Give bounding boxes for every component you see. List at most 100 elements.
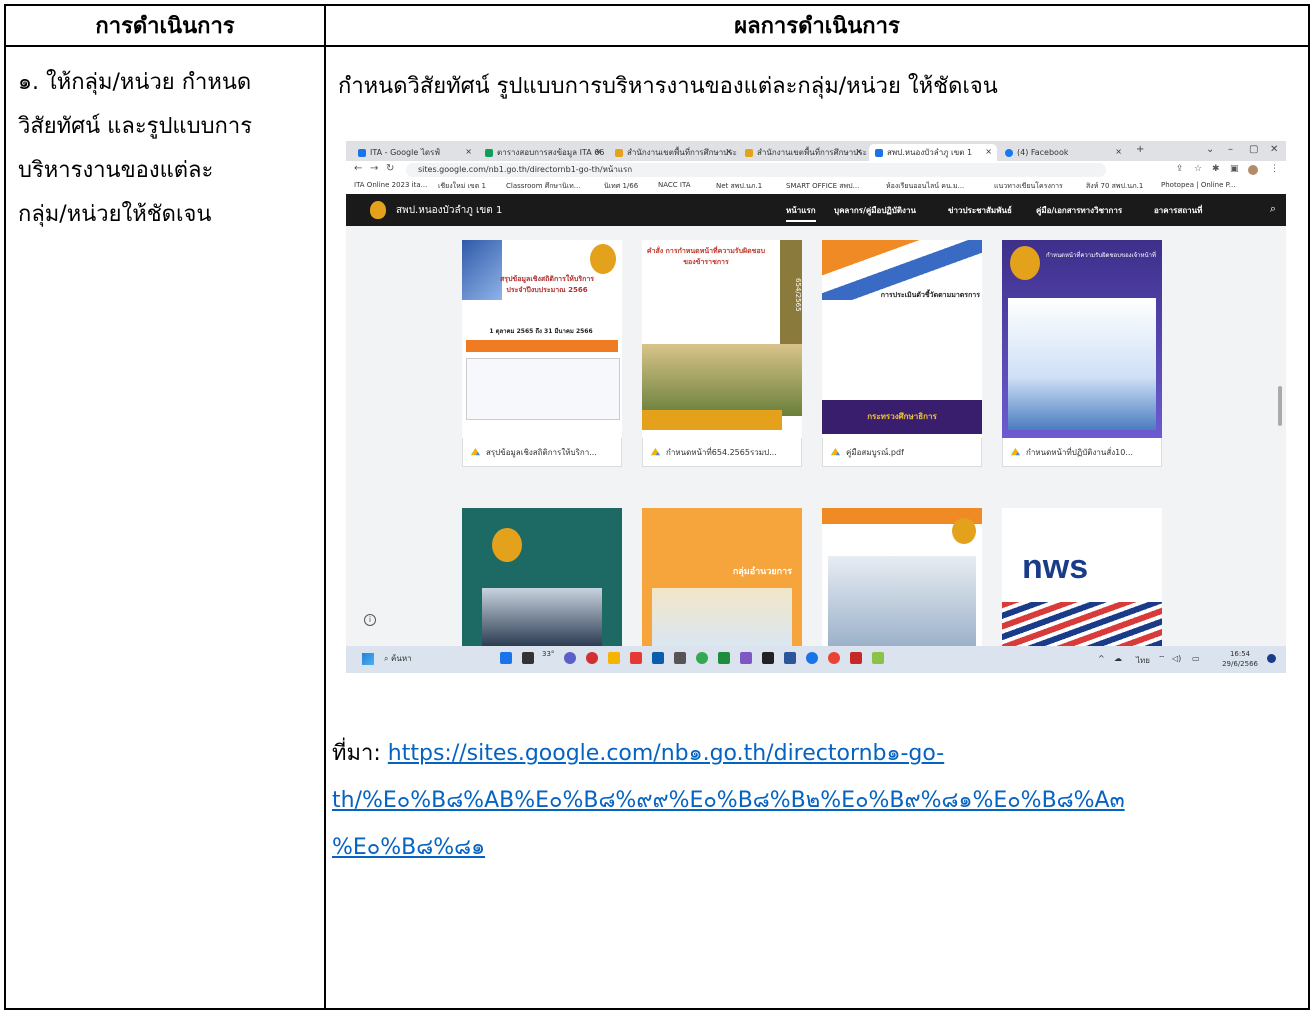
- app-icon[interactable]: [500, 652, 512, 664]
- app-icon[interactable]: [652, 652, 664, 664]
- menu-icon[interactable]: ⋮: [1270, 164, 1279, 174]
- app-icon[interactable]: [850, 652, 862, 664]
- tab-label: ตารางสอบการสงข้อมูล ITA 66: [497, 148, 605, 157]
- weather-widget[interactable]: 33°: [542, 650, 554, 658]
- file-card[interactable]: [822, 508, 982, 648]
- app-icon[interactable]: [740, 652, 752, 664]
- chevron-up-icon[interactable]: ^: [1098, 654, 1105, 663]
- close-window-icon[interactable]: ✕: [1270, 144, 1278, 155]
- app-icon[interactable]: [696, 652, 708, 664]
- close-icon[interactable]: ×: [855, 147, 862, 156]
- bookmark-item[interactable]: นิเทศ 1/66: [604, 181, 638, 192]
- app-icon[interactable]: [718, 652, 730, 664]
- file-card[interactable]: nws: [1002, 508, 1162, 648]
- bookmark-item[interactable]: ITA Online 2023 ita...: [354, 181, 427, 189]
- close-icon[interactable]: ×: [595, 147, 602, 156]
- clock[interactable]: 16:54 29/6/2566: [1222, 649, 1258, 669]
- drive-icon: [1011, 448, 1020, 456]
- thumbnail-title: คำสั่ง การกำหนดหน้าที่ความรับผิดชอบ ของข…: [646, 247, 766, 266]
- browser-tab-active[interactable]: สพป.หนองบัวลำภู เขต 1 ×: [869, 144, 997, 161]
- volume-icon[interactable]: ◁): [1172, 654, 1181, 663]
- bookmark-item[interactable]: ห้องเรียนออนไลน์ คน.ม...: [886, 181, 964, 192]
- reload-icon[interactable]: ↻: [386, 163, 394, 174]
- source-link[interactable]: th/%E๐%B๘%AB%E๐%B๘%๙๙%E๐%B๘%B๒%E๐%B๙%๘๑%…: [332, 777, 1292, 824]
- maximize-icon[interactable]: ▢: [1249, 144, 1258, 155]
- network-icon[interactable]: ⌔: [1158, 654, 1166, 664]
- app-icon[interactable]: [586, 652, 598, 664]
- bookmark-item[interactable]: เชียงใหม่ เขต 1: [438, 181, 486, 192]
- file-card[interactable]: คำสั่ง การกำหนดหน้าที่ความรับผิดชอบ ของข…: [642, 240, 802, 467]
- app-icon[interactable]: [674, 652, 686, 664]
- info-icon[interactable]: i: [364, 614, 376, 626]
- forward-icon[interactable]: →: [370, 163, 378, 174]
- sidepanel-icon[interactable]: ▣: [1230, 164, 1239, 174]
- tab-label: สพป.หนองบัวลำภู เขต 1: [887, 148, 973, 157]
- close-icon[interactable]: ×: [725, 147, 732, 156]
- taskbar-search[interactable]: ⌕ ค้นหา: [384, 652, 412, 665]
- bookmark-item[interactable]: NACC ITA: [658, 181, 691, 189]
- file-name: กำหนดหน้าที่654.2565รวมป...: [666, 447, 777, 457]
- app-icon[interactable]: [872, 652, 884, 664]
- chevron-down-icon[interactable]: ⌄: [1206, 144, 1214, 155]
- nav-link-news[interactable]: ข่าวประชาสัมพันธ์: [948, 204, 1012, 217]
- close-icon[interactable]: ×: [465, 147, 472, 156]
- group-photo: [828, 556, 976, 648]
- close-icon[interactable]: ×: [1115, 147, 1122, 156]
- windows-start-icon[interactable]: [362, 653, 374, 665]
- browser-tab[interactable]: (4) Facebook ×: [999, 144, 1127, 161]
- file-name: คู่มือสมบูรณ์.pdf: [846, 447, 904, 457]
- share-icon[interactable]: ⇪: [1176, 164, 1184, 174]
- app-icon[interactable]: [564, 652, 576, 664]
- site-logo[interactable]: [370, 201, 386, 219]
- nav-link-staff[interactable]: บุคลากร/คู่มือปฏิบัติงาน: [834, 204, 916, 217]
- bookmark-item[interactable]: Classroom ศึกษานิเท...: [506, 181, 580, 192]
- scrollbar[interactable]: [1278, 386, 1282, 426]
- tab-favicon-icon: [875, 148, 883, 157]
- minimize-icon[interactable]: –: [1228, 144, 1233, 155]
- back-icon[interactable]: ←: [354, 163, 362, 174]
- cloud-icon[interactable]: ☁: [1114, 654, 1122, 663]
- app-icon[interactable]: [522, 652, 534, 664]
- app-icon[interactable]: [762, 652, 774, 664]
- file-card[interactable]: สรุปข้อมูลเชิงสถิติการให้บริการ ประจำปีง…: [462, 240, 622, 467]
- bookmark-item[interactable]: Photopea | Online P...: [1161, 181, 1235, 189]
- bookmark-item[interactable]: Net สพป.นภ.1: [716, 181, 762, 192]
- site-name[interactable]: สพป.หนองบัวลำภู เขต 1: [396, 203, 502, 218]
- star-icon[interactable]: ☆: [1194, 164, 1202, 174]
- bookmark-item[interactable]: SMART OFFICE สพป...: [786, 181, 859, 192]
- avatar[interactable]: [1248, 165, 1258, 175]
- file-thumbnail: กลุ่มอำนวยการ: [642, 508, 802, 648]
- browser-tab[interactable]: สำนักงานเขตพื้นที่การศึกษาประ ×: [609, 144, 737, 161]
- url-input[interactable]: sites.google.com/nb1.go.th/directornb1-g…: [406, 163, 1106, 177]
- file-card[interactable]: การประเมินตัวชี้วัดตามมาตรการ กระทรวงศึก…: [822, 240, 982, 467]
- new-tab-icon[interactable]: +: [1136, 144, 1144, 155]
- bookmark-item[interactable]: สิงห์ 70 สพป.นภ.1: [1086, 181, 1143, 192]
- app-icon[interactable]: [608, 652, 620, 664]
- app-icon[interactable]: [784, 652, 796, 664]
- nav-link-buildings[interactable]: อาคารสถานที่: [1154, 204, 1202, 217]
- tab-label: สำนักงานเขตพื้นที่การศึกษาประ: [757, 148, 867, 157]
- app-icon[interactable]: [806, 652, 818, 664]
- app-icon[interactable]: [828, 652, 840, 664]
- group-photo: [642, 344, 802, 416]
- nav-link-home[interactable]: หน้าแรก: [786, 204, 816, 222]
- browser-tab[interactable]: ตารางสอบการสงข้อมูล ITA 66 ×: [479, 144, 607, 161]
- notification-icon[interactable]: [1267, 654, 1276, 663]
- browser-tab[interactable]: ITA - Google ไดรฟ์ ×: [352, 144, 477, 161]
- file-card[interactable]: [462, 508, 622, 648]
- app-icon[interactable]: [630, 652, 642, 664]
- search-icon[interactable]: ⌕: [1270, 202, 1276, 216]
- file-card[interactable]: กำหนดหน้าที่ความรับผิดชอบของเจ้าหน้าที่ …: [1002, 240, 1162, 467]
- language-indicator[interactable]: ไทย: [1136, 654, 1150, 667]
- bookmark-item[interactable]: แนวทางเขียนโครงการ: [994, 181, 1063, 192]
- browser-tab[interactable]: สำนักงานเขตพื้นที่การศึกษาประ ×: [739, 144, 867, 161]
- close-icon[interactable]: ×: [985, 147, 992, 156]
- group-photo: [482, 588, 602, 648]
- nav-link-documents[interactable]: คู่มือ/เอกสารทางวิชาการ: [1036, 204, 1122, 217]
- file-card[interactable]: กลุ่มอำนวยการ: [642, 508, 802, 648]
- source-link[interactable]: https://sites.google.com/nb๑.go.th/direc…: [388, 741, 944, 766]
- extensions-icon[interactable]: ✱: [1212, 164, 1220, 174]
- source-link[interactable]: %E๐%B๘%๘๑: [332, 824, 1292, 871]
- source-label: ที่มา:: [332, 741, 381, 766]
- battery-icon[interactable]: ▭: [1192, 654, 1200, 663]
